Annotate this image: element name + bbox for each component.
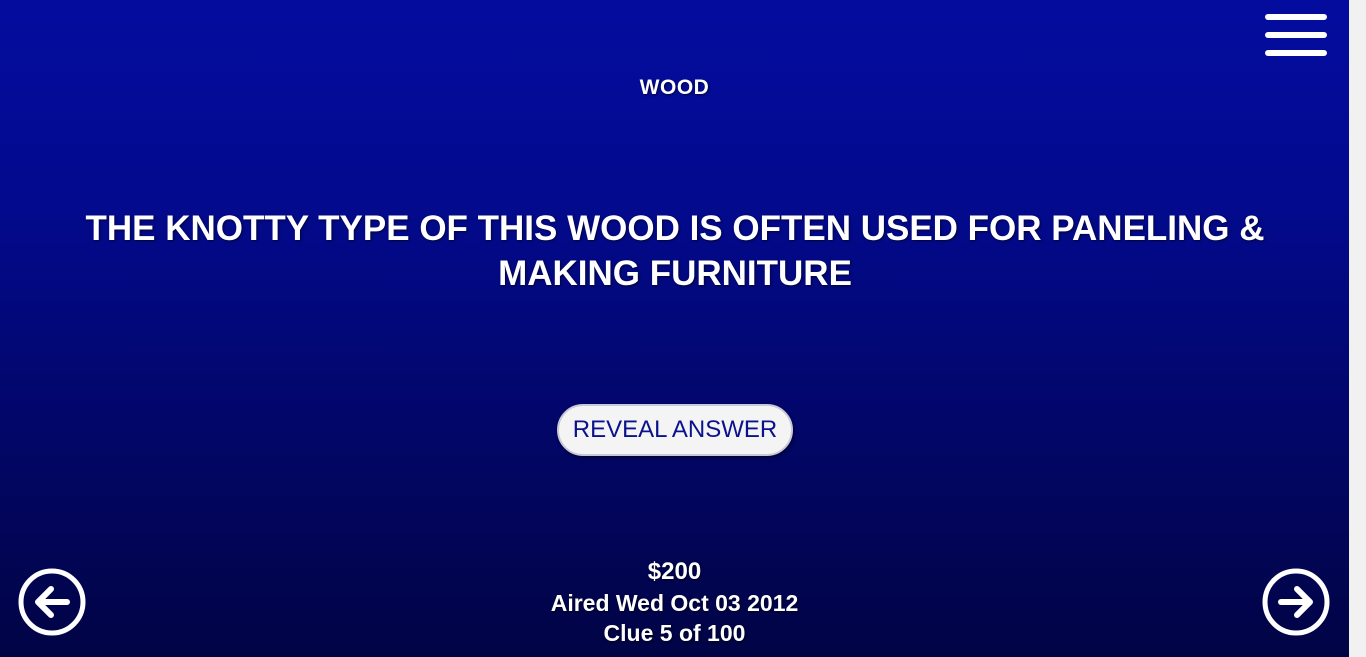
previous-clue-button[interactable] xyxy=(18,568,86,636)
menu-button[interactable] xyxy=(1262,12,1330,64)
scrollbar[interactable] xyxy=(1349,0,1366,657)
clue-counter: Clue 5 of 100 xyxy=(603,620,746,646)
category-title: WOOD xyxy=(639,76,710,99)
arrow-right-circle-icon xyxy=(1262,568,1330,636)
arrow-left-circle-icon xyxy=(18,568,86,636)
clue-screen: WOOD THE KNOTTY TYPE OF THIS WOOD IS OFT… xyxy=(0,0,1349,657)
air-date: Aired Wed Oct 03 2012 xyxy=(550,590,799,616)
clue-text: THE KNOTTY TYPE OF THIS WOOD IS OFTEN US… xyxy=(85,209,1265,293)
clue-value: $200 xyxy=(647,558,702,585)
next-clue-button[interactable] xyxy=(1262,568,1330,636)
reveal-answer-button[interactable]: REVEAL ANSWER xyxy=(557,404,793,456)
